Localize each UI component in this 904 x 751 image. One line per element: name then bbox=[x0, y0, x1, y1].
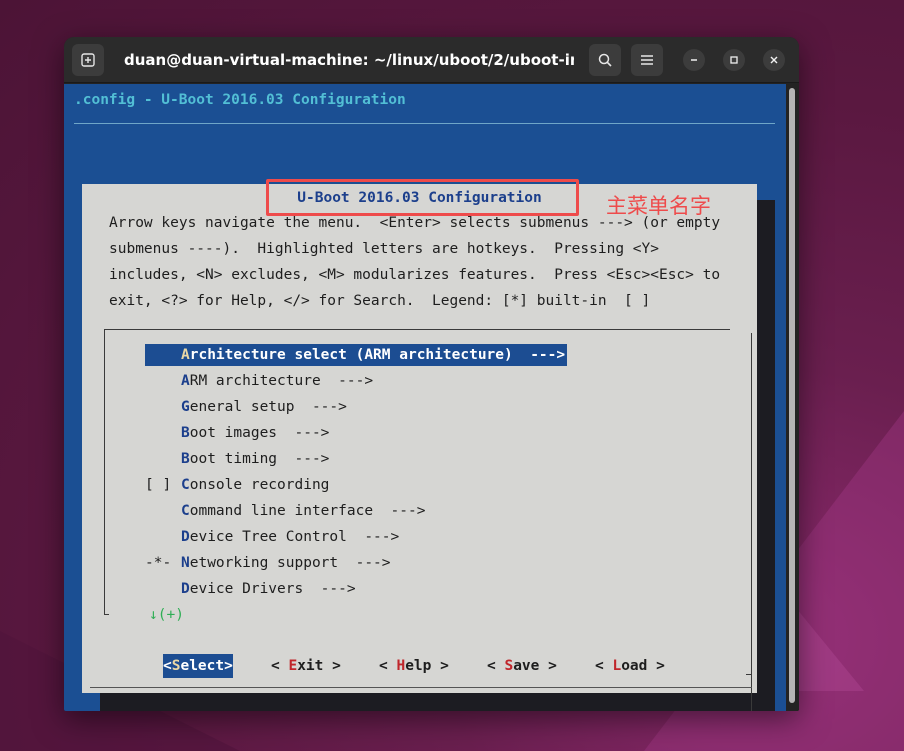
button-label: elp > bbox=[405, 658, 449, 674]
help-text: Arrow keys navigate the menu. <Enter> se… bbox=[109, 215, 749, 319]
dialog-bottom-divider bbox=[90, 687, 752, 688]
menu-item-label: ommand line interface ---> bbox=[189, 503, 426, 519]
menu-item-label: rchitecture select (ARM architecture) --… bbox=[189, 347, 566, 363]
button-bracket: < bbox=[163, 658, 172, 674]
button-bracket: < bbox=[271, 658, 289, 674]
load-button[interactable]: < Load > bbox=[595, 654, 665, 678]
menu-item[interactable]: Device Drivers ---> bbox=[145, 578, 356, 600]
menu-item-label: RM architecture ---> bbox=[189, 373, 374, 389]
menu-item-hotkey: C bbox=[181, 477, 190, 493]
menu-item[interactable]: Boot timing ---> bbox=[145, 448, 329, 470]
menu-item[interactable]: Device Tree Control ---> bbox=[145, 526, 399, 548]
menu-item[interactable]: Boot images ---> bbox=[145, 422, 329, 444]
menu-item-prefix: [ ] bbox=[145, 477, 180, 493]
button-bracket: < bbox=[487, 658, 505, 674]
menu-item[interactable]: Architecture select (ARM architecture) -… bbox=[145, 344, 568, 366]
hamburger-menu-button[interactable] bbox=[631, 44, 663, 76]
help-line: Arrow keys navigate the menu. <Enter> se… bbox=[109, 215, 721, 231]
exit-button[interactable]: < Exit > bbox=[271, 654, 341, 678]
menu-item-hotkey: N bbox=[181, 555, 190, 571]
close-icon bbox=[770, 56, 778, 64]
scrollbar-thumb[interactable] bbox=[789, 88, 795, 703]
menu-item-label: onsole recording bbox=[189, 477, 330, 493]
menu-item-hotkey: A bbox=[181, 347, 190, 363]
more-items-indicator[interactable]: ↓(+) bbox=[149, 607, 184, 623]
maximize-button[interactable] bbox=[723, 49, 745, 71]
window-title: duan@duan-virtual-machine: ~/linux/uboot… bbox=[124, 51, 574, 69]
button-bracket: < bbox=[379, 658, 397, 674]
menu-item-label: evice Tree Control ---> bbox=[189, 529, 400, 545]
maximize-icon bbox=[730, 56, 738, 64]
menu-item-hotkey: D bbox=[181, 581, 190, 597]
close-button[interactable] bbox=[763, 49, 785, 71]
menuconfig-dialog: U-Boot 2016.03 Configuration 主菜单名字 Arrow… bbox=[82, 179, 757, 711]
button-hotkey: L bbox=[612, 658, 622, 674]
title-bar: duan@duan-virtual-machine: ~/linux/uboot… bbox=[64, 37, 799, 83]
menu-item-label: oot images ---> bbox=[189, 425, 330, 441]
annotation-highlight-box bbox=[266, 179, 579, 216]
help-button[interactable]: < Help > bbox=[379, 654, 449, 678]
button-bracket: < bbox=[595, 658, 613, 674]
menu-item-hotkey: B bbox=[181, 451, 190, 467]
menu-item-label: evice Drivers ---> bbox=[189, 581, 356, 597]
menu-item[interactable]: General setup ---> bbox=[145, 396, 347, 418]
button-hotkey: S bbox=[504, 658, 514, 674]
menu-item[interactable]: Command line interface ---> bbox=[145, 500, 425, 522]
menu-item-hotkey: A bbox=[181, 373, 190, 389]
save-button[interactable]: < Save > bbox=[487, 654, 557, 678]
select-button[interactable]: <Select> bbox=[163, 654, 233, 678]
menu-item-hotkey: C bbox=[181, 503, 190, 519]
dialog-buttons: <Select> < Exit > < Help > < Save > < Load > bbox=[82, 654, 757, 678]
search-icon bbox=[598, 53, 612, 67]
search-button[interactable] bbox=[589, 44, 621, 76]
new-tab-icon bbox=[81, 53, 95, 67]
menu-item-prefix: -*- bbox=[145, 555, 180, 571]
menu-item[interactable]: -*- Networking support ---> bbox=[145, 552, 391, 574]
button-label: xit > bbox=[297, 658, 341, 674]
terminal-scrollbar[interactable] bbox=[786, 84, 799, 711]
terminal-window: duan@duan-virtual-machine: ~/linux/uboot… bbox=[64, 37, 799, 711]
menu-item-hotkey: D bbox=[181, 529, 190, 545]
menu-item-label: oot timing ---> bbox=[189, 451, 330, 467]
help-line: includes, <N> excludes, <M> modularizes … bbox=[109, 267, 721, 283]
button-hotkey: H bbox=[396, 658, 406, 674]
button-label: ave > bbox=[513, 658, 557, 674]
menu-item-hotkey: G bbox=[181, 399, 190, 415]
menu-item[interactable]: ARM architecture ---> bbox=[145, 370, 373, 392]
hamburger-menu-icon bbox=[641, 55, 653, 65]
button-label: elect> bbox=[180, 658, 233, 674]
minimize-icon bbox=[691, 59, 697, 61]
menu-item[interactable]: [ ] Console recording bbox=[145, 474, 329, 496]
terminal-area[interactable]: .config - U-Boot 2016.03 Configuration U… bbox=[64, 84, 786, 711]
minimize-button[interactable] bbox=[683, 49, 705, 71]
menu-item-label: etworking support ---> bbox=[189, 555, 391, 571]
config-header: .config - U-Boot 2016.03 Configuration bbox=[74, 92, 406, 108]
help-line: submenus ----). Highlighted letters are … bbox=[109, 241, 659, 257]
button-label: oad > bbox=[621, 658, 665, 674]
header-divider bbox=[74, 123, 775, 124]
help-line: exit, <?> for Help, </> for Search. Lege… bbox=[109, 293, 651, 309]
menu-item-hotkey: B bbox=[181, 425, 190, 441]
button-hotkey: E bbox=[288, 658, 298, 674]
menu-item-label: eneral setup ---> bbox=[189, 399, 347, 415]
new-tab-button[interactable] bbox=[72, 44, 104, 76]
